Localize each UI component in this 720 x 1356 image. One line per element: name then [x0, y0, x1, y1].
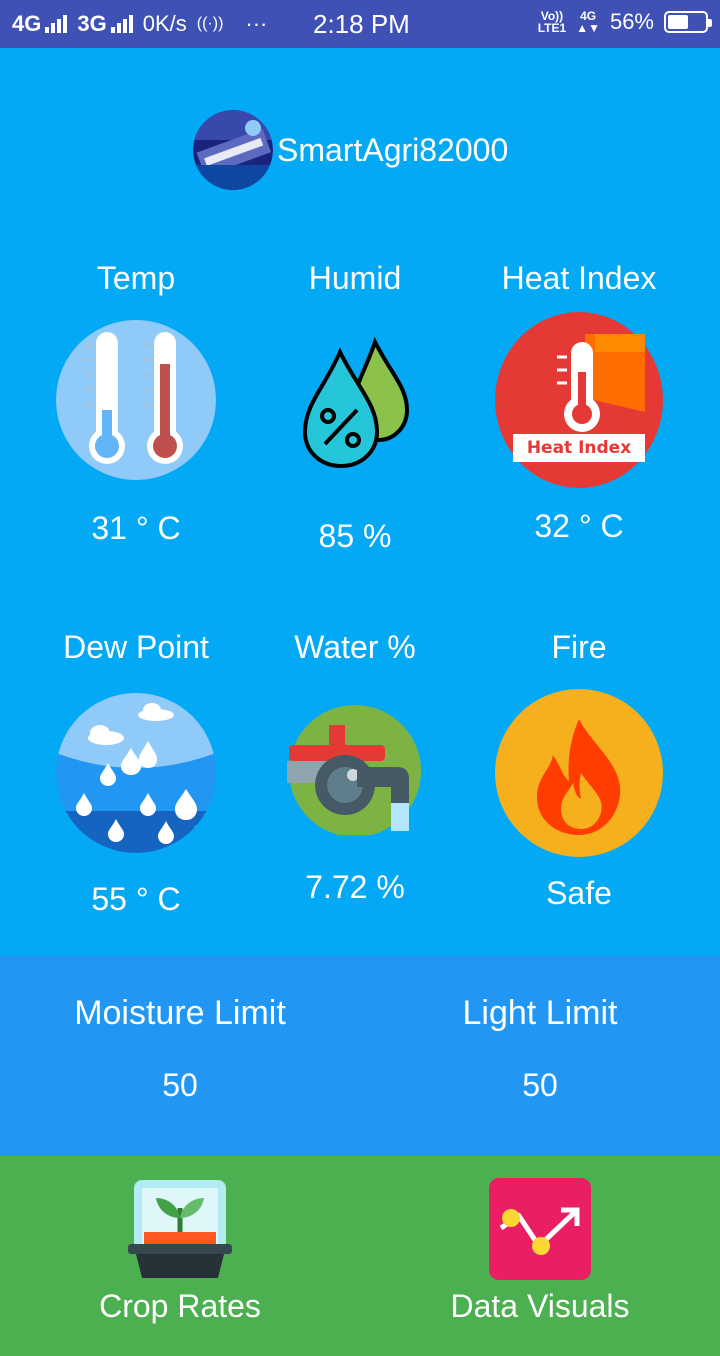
light-limit-label: Light Limit — [462, 994, 618, 1032]
limits-panel: Moisture Limit 50 Light Limit 50 — [0, 956, 720, 1156]
bottom-nav: Crop Rates Data Visuals — [0, 1156, 720, 1356]
volte-indicator: Vo)) LTE1 — [537, 9, 567, 35]
sensor-label: Humid — [308, 260, 402, 296]
moisture-limit[interactable]: Moisture Limit 50 — [0, 994, 360, 1104]
profile-header: SmartAgri82000 — [193, 110, 508, 190]
light-limit-value: 50 — [522, 1067, 558, 1103]
data-type-indicator: 4G ▲▼ — [576, 9, 600, 35]
sensor-value: 55 ° C — [91, 881, 181, 917]
battery-icon — [664, 11, 712, 33]
sensor-label: Fire — [551, 629, 607, 665]
sensor-value: 32 ° C — [534, 508, 624, 544]
moisture-limit-label: Moisture Limit — [74, 994, 286, 1032]
sensor-value: 7.72 % — [305, 869, 405, 905]
dew-point-icon — [56, 693, 216, 853]
plant-pot-icon — [128, 1180, 232, 1278]
sensor-fire[interactable]: Fire Safe — [469, 627, 689, 912]
thermometer-icon — [56, 320, 216, 480]
sensor-humid[interactable]: Humid 85 % — [245, 258, 465, 555]
more-icon: ··· — [245, 11, 268, 36]
sensor-label: Temp — [96, 260, 176, 296]
sensor-value: 31 ° C — [91, 510, 181, 546]
hotspot-icon: ((·)) — [196, 15, 224, 32]
network-3g-indicator: 3G — [77, 11, 133, 37]
data-visuals-label: Data Visuals — [450, 1288, 630, 1324]
sensor-heat-index[interactable]: Heat Index Heat Index 32 ° C — [469, 258, 689, 545]
fire-icon — [495, 689, 663, 857]
signal-bars-icon — [45, 15, 68, 33]
data-visuals-button[interactable]: Data Visuals — [360, 1178, 720, 1325]
heat-index-icon — [495, 312, 663, 488]
light-limit[interactable]: Light Limit 50 — [360, 994, 720, 1104]
sensor-value: 85 % — [318, 518, 392, 554]
network-4g-indicator: 4G — [12, 11, 68, 37]
sensor-label: Heat Index — [501, 260, 657, 296]
sensor-label: Dew Point — [63, 629, 209, 665]
status-bar: 4G 3G 0K/s ((·)) ··· 2:18 PM Vo)) LTE1 4… — [0, 0, 720, 48]
sensor-value: Safe — [546, 875, 612, 911]
line-chart-icon — [489, 1178, 591, 1280]
humidity-drops-icon — [302, 336, 410, 469]
status-time: 2:18 PM — [313, 9, 410, 39]
signal-bars-icon — [110, 15, 133, 33]
network-speed: 0K/s — [142, 11, 187, 36]
heat-index-badge: Heat Index — [526, 438, 632, 458]
battery-percent: 56% — [609, 9, 654, 34]
crop-rates-button[interactable]: Crop Rates — [0, 1178, 360, 1325]
sensor-dew-point[interactable]: Dew Point 55 ° C — [26, 627, 246, 918]
sensor-water[interactable]: Water % 7.72 % — [245, 627, 465, 906]
sensor-temp[interactable]: Temp 31 ° C — [26, 258, 246, 547]
water-tap-icon — [287, 705, 421, 835]
moisture-limit-value: 50 — [162, 1067, 198, 1103]
username: SmartAgri82000 — [277, 131, 509, 168]
sensor-label: Water % — [294, 629, 416, 665]
crop-rates-label: Crop Rates — [99, 1288, 261, 1324]
avatar[interactable] — [193, 110, 273, 190]
